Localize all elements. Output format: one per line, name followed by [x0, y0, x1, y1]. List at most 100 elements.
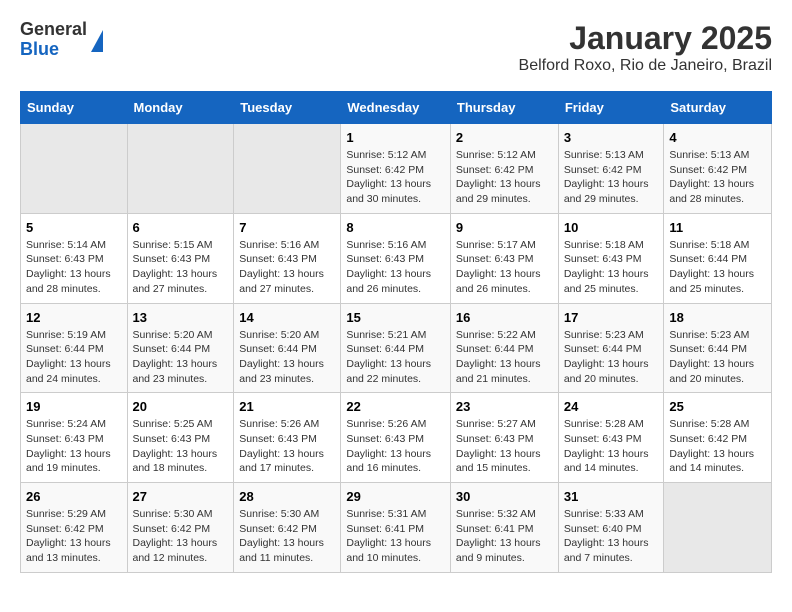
logo-general: General: [20, 20, 87, 40]
day-number: 3: [564, 130, 659, 145]
day-info: Sunrise: 5:18 AM Sunset: 6:44 PM Dayligh…: [669, 238, 766, 297]
calendar-cell: 31 Sunrise: 5:33 AM Sunset: 6:40 PM Dayli…: [558, 483, 664, 573]
week-row-5: 26 Sunrise: 5:29 AM Sunset: 6:42 PM Dayli…: [21, 483, 772, 573]
day-info: Sunrise: 5:29 AM Sunset: 6:42 PM Dayligh…: [26, 507, 122, 566]
calendar-cell: 28 Sunrise: 5:30 AM Sunset: 6:42 PM Dayli…: [234, 483, 341, 573]
calendar-cell: 5Sunrise: 5:14 AM Sunset: 6:43 PM Daylig…: [21, 213, 128, 303]
day-info: Sunrise: 5:12 AM Sunset: 6:42 PM Dayligh…: [346, 148, 445, 207]
day-info: Sunrise: 5:25 AM Sunset: 6:43 PM Dayligh…: [133, 417, 229, 476]
calendar-cell: 7 Sunrise: 5:16 AM Sunset: 6:43 PM Daylig…: [234, 213, 341, 303]
day-info: Sunrise: 5:19 AM Sunset: 6:44 PM Dayligh…: [26, 328, 122, 387]
logo-blue: Blue: [20, 40, 87, 60]
header-thursday: Thursday: [450, 92, 558, 124]
day-info: Sunrise: 5:16 AM Sunset: 6:43 PM Dayligh…: [346, 238, 445, 297]
calendar-cell: 21Sunrise: 5:26 AM Sunset: 6:43 PM Dayli…: [234, 393, 341, 483]
header-sunday: Sunday: [21, 92, 128, 124]
day-number: 28: [239, 489, 335, 504]
week-row-3: 12 Sunrise: 5:19 AM Sunset: 6:44 PM Dayli…: [21, 303, 772, 393]
day-number: 14: [239, 310, 335, 325]
day-number: 26: [26, 489, 122, 504]
day-info: Sunrise: 5:17 AM Sunset: 6:43 PM Dayligh…: [456, 238, 553, 297]
day-info: Sunrise: 5:20 AM Sunset: 6:44 PM Dayligh…: [133, 328, 229, 387]
day-number: 11: [669, 220, 766, 235]
day-number: 5: [26, 220, 122, 235]
day-number: 27: [133, 489, 229, 504]
day-number: 29: [346, 489, 445, 504]
calendar-cell: 17Sunrise: 5:23 AM Sunset: 6:44 PM Dayli…: [558, 303, 664, 393]
calendar-body: 1 Sunrise: 5:12 AM Sunset: 6:42 PM Daylig…: [21, 124, 772, 573]
day-info: Sunrise: 5:33 AM Sunset: 6:40 PM Dayligh…: [564, 507, 659, 566]
day-number: 20: [133, 399, 229, 414]
page-header: General Blue January 2025 Belford Roxo, …: [20, 20, 772, 75]
calendar-cell: 14Sunrise: 5:20 AM Sunset: 6:44 PM Dayli…: [234, 303, 341, 393]
day-number: 10: [564, 220, 659, 235]
day-info: Sunrise: 5:28 AM Sunset: 6:43 PM Dayligh…: [564, 417, 659, 476]
logo-triangle-icon: [91, 30, 103, 52]
calendar-cell: 6 Sunrise: 5:15 AM Sunset: 6:43 PM Daylig…: [127, 213, 234, 303]
calendar-cell: 19 Sunrise: 5:24 AM Sunset: 6:43 PM Dayli…: [21, 393, 128, 483]
day-info: Sunrise: 5:32 AM Sunset: 6:41 PM Dayligh…: [456, 507, 553, 566]
calendar-cell: 4 Sunrise: 5:13 AM Sunset: 6:42 PM Daylig…: [664, 124, 772, 214]
logo: General Blue: [20, 20, 103, 60]
logo-text: General Blue: [20, 20, 87, 60]
day-info: Sunrise: 5:15 AM Sunset: 6:43 PM Dayligh…: [133, 238, 229, 297]
week-row-1: 1 Sunrise: 5:12 AM Sunset: 6:42 PM Daylig…: [21, 124, 772, 214]
day-number: 7: [239, 220, 335, 235]
calendar-cell: 29Sunrise: 5:31 AM Sunset: 6:41 PM Dayli…: [341, 483, 451, 573]
day-info: Sunrise: 5:18 AM Sunset: 6:43 PM Dayligh…: [564, 238, 659, 297]
header-friday: Friday: [558, 92, 664, 124]
day-number: 22: [346, 399, 445, 414]
header-tuesday: Tuesday: [234, 92, 341, 124]
day-number: 2: [456, 130, 553, 145]
day-number: 4: [669, 130, 766, 145]
day-number: 25: [669, 399, 766, 414]
calendar-cell: 2Sunrise: 5:12 AM Sunset: 6:42 PM Daylig…: [450, 124, 558, 214]
day-info: Sunrise: 5:13 AM Sunset: 6:42 PM Dayligh…: [669, 148, 766, 207]
day-number: 19: [26, 399, 122, 414]
calendar-cell: 1 Sunrise: 5:12 AM Sunset: 6:42 PM Daylig…: [341, 124, 451, 214]
day-info: Sunrise: 5:13 AM Sunset: 6:42 PM Dayligh…: [564, 148, 659, 207]
calendar-table: SundayMondayTuesdayWednesdayThursdayFrid…: [20, 91, 772, 573]
day-info: Sunrise: 5:21 AM Sunset: 6:44 PM Dayligh…: [346, 328, 445, 387]
calendar-cell: 20 Sunrise: 5:25 AM Sunset: 6:43 PM Dayli…: [127, 393, 234, 483]
day-number: 6: [133, 220, 229, 235]
calendar-cell: [21, 124, 128, 214]
calendar-cell: 16 Sunrise: 5:22 AM Sunset: 6:44 PM Dayli…: [450, 303, 558, 393]
day-info: Sunrise: 5:30 AM Sunset: 6:42 PM Dayligh…: [239, 507, 335, 566]
day-number: 16: [456, 310, 553, 325]
day-info: Sunrise: 5:26 AM Sunset: 6:43 PM Dayligh…: [346, 417, 445, 476]
header-row: SundayMondayTuesdayWednesdayThursdayFrid…: [21, 92, 772, 124]
day-number: 31: [564, 489, 659, 504]
day-number: 8: [346, 220, 445, 235]
calendar-cell: [234, 124, 341, 214]
header-wednesday: Wednesday: [341, 92, 451, 124]
day-info: Sunrise: 5:23 AM Sunset: 6:44 PM Dayligh…: [564, 328, 659, 387]
calendar-cell: 15 Sunrise: 5:21 AM Sunset: 6:44 PM Dayli…: [341, 303, 451, 393]
calendar-cell: 27Sunrise: 5:30 AM Sunset: 6:42 PM Dayli…: [127, 483, 234, 573]
day-number: 23: [456, 399, 553, 414]
day-info: Sunrise: 5:16 AM Sunset: 6:43 PM Dayligh…: [239, 238, 335, 297]
calendar-cell: 22 Sunrise: 5:26 AM Sunset: 6:43 PM Dayli…: [341, 393, 451, 483]
day-number: 13: [133, 310, 229, 325]
calendar-header: SundayMondayTuesdayWednesdayThursdayFrid…: [21, 92, 772, 124]
calendar-cell: 11 Sunrise: 5:18 AM Sunset: 6:44 PM Dayli…: [664, 213, 772, 303]
page-subtitle: Belford Roxo, Rio de Janeiro, Brazil: [519, 57, 772, 75]
calendar-cell: 30 Sunrise: 5:32 AM Sunset: 6:41 PM Dayli…: [450, 483, 558, 573]
day-info: Sunrise: 5:23 AM Sunset: 6:44 PM Dayligh…: [669, 328, 766, 387]
day-number: 18: [669, 310, 766, 325]
calendar-cell: 23Sunrise: 5:27 AM Sunset: 6:43 PM Dayli…: [450, 393, 558, 483]
day-number: 12: [26, 310, 122, 325]
week-row-2: 5Sunrise: 5:14 AM Sunset: 6:43 PM Daylig…: [21, 213, 772, 303]
calendar-cell: [664, 483, 772, 573]
day-info: Sunrise: 5:22 AM Sunset: 6:44 PM Dayligh…: [456, 328, 553, 387]
calendar-cell: 12 Sunrise: 5:19 AM Sunset: 6:44 PM Dayli…: [21, 303, 128, 393]
calendar-cell: 24Sunrise: 5:28 AM Sunset: 6:43 PM Dayli…: [558, 393, 664, 483]
day-number: 30: [456, 489, 553, 504]
day-info: Sunrise: 5:26 AM Sunset: 6:43 PM Dayligh…: [239, 417, 335, 476]
page-title: January 2025: [519, 20, 772, 57]
calendar-cell: 8 Sunrise: 5:16 AM Sunset: 6:43 PM Daylig…: [341, 213, 451, 303]
day-number: 1: [346, 130, 445, 145]
day-info: Sunrise: 5:24 AM Sunset: 6:43 PM Dayligh…: [26, 417, 122, 476]
day-number: 15: [346, 310, 445, 325]
calendar-cell: 18 Sunrise: 5:23 AM Sunset: 6:44 PM Dayli…: [664, 303, 772, 393]
